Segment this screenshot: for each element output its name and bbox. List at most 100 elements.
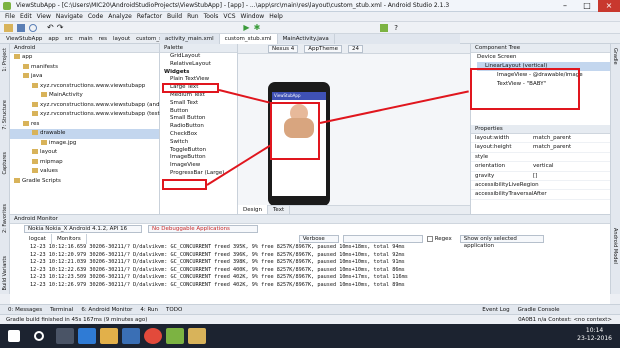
debug-icon[interactable]: ✱: [254, 23, 261, 32]
menu-item-help[interactable]: Help: [269, 13, 283, 20]
device-selector[interactable]: Nexus 4: [268, 44, 299, 53]
palette-item[interactable]: ImageView: [160, 162, 237, 170]
breadcrumb-item[interactable]: src: [65, 36, 73, 42]
project-tree-item[interactable]: mipmap: [10, 158, 159, 168]
palette-item[interactable]: RadioButton: [160, 123, 237, 131]
palette-item[interactable]: ToggleButton: [160, 147, 237, 155]
tool-window-button[interactable]: 6: Android Monitor: [81, 307, 132, 313]
process-dropdown[interactable]: No Debuggable Applications: [148, 225, 258, 233]
search-icon[interactable]: [34, 331, 44, 341]
breadcrumb-item[interactable]: layout: [113, 36, 130, 42]
palette-item[interactable]: Medium Text: [160, 92, 237, 100]
task-view-icon[interactable]: [56, 328, 74, 344]
palette-item[interactable]: Switch: [160, 139, 237, 147]
palette-item[interactable]: Small Button: [160, 115, 237, 123]
menu-item-code[interactable]: Code: [88, 13, 103, 20]
property-value[interactable]: [533, 190, 610, 198]
theme-selector[interactable]: AppTheme: [304, 44, 342, 53]
left-tool-button[interactable]: 2: Favorites: [2, 204, 8, 233]
tool-window-button[interactable]: 0: Messages: [8, 307, 42, 313]
palette-item[interactable]: Button: [160, 108, 237, 116]
start-icon[interactable]: [8, 330, 20, 342]
property-value[interactable]: match_parent: [533, 143, 610, 151]
menu-item-build[interactable]: Build: [167, 13, 182, 20]
logcat-tab[interactable]: logcat: [24, 234, 52, 244]
palette-item[interactable]: Small Text: [160, 100, 237, 108]
filter-dropdown[interactable]: Show only selected application: [459, 235, 544, 249]
edge-icon[interactable]: [78, 328, 96, 344]
left-tool-button[interactable]: Build Variants: [2, 256, 8, 290]
menu-item-vcs[interactable]: VCS: [223, 13, 235, 20]
property-value[interactable]: match_parent: [533, 134, 610, 142]
editor-tab[interactable]: activity_main.xml: [160, 34, 220, 44]
log-level-dropdown[interactable]: Verbose: [298, 235, 339, 243]
device-screen-node[interactable]: Device Screen: [477, 53, 610, 62]
project-tree-item[interactable]: Gradle Scripts: [10, 177, 159, 187]
project-tree-item[interactable]: image.jpg: [10, 139, 159, 149]
sdk-manager-icon[interactable]: [380, 23, 389, 32]
right-tool-button[interactable]: Gradle: [612, 48, 618, 65]
menu-item-analyze[interactable]: Analyze: [108, 13, 132, 20]
palette-item[interactable]: RelativeLayout: [160, 61, 237, 69]
log-search-input[interactable]: [342, 235, 423, 243]
menu-item-file[interactable]: File: [5, 13, 15, 20]
project-tree-item[interactable]: xyz.rvconstructions.www.viewstubapp (and…: [10, 101, 183, 111]
project-tree-item[interactable]: java: [10, 72, 159, 82]
menu-item-run[interactable]: Run: [187, 13, 199, 20]
editor-tab[interactable]: MainActivity.java: [278, 34, 335, 44]
property-value[interactable]: []: [533, 172, 610, 180]
project-tree-item[interactable]: layout: [10, 148, 159, 158]
breadcrumb-item[interactable]: app: [48, 36, 58, 42]
chrome-icon[interactable]: [144, 328, 162, 344]
property-row[interactable]: style: [471, 153, 610, 163]
redo-icon[interactable]: ↷: [57, 23, 64, 32]
menu-item-view[interactable]: View: [37, 13, 51, 20]
store-icon[interactable]: [122, 328, 140, 344]
property-row[interactable]: layout:width match_parent: [471, 134, 610, 144]
property-row[interactable]: layout:height match_parent: [471, 143, 610, 153]
minimize-icon[interactable]: –: [554, 0, 576, 12]
property-value[interactable]: [533, 181, 610, 189]
close-icon[interactable]: ×: [598, 0, 620, 12]
palette-item[interactable]: ImageButton: [160, 154, 237, 162]
menu-item-navigate[interactable]: Navigate: [56, 13, 83, 20]
project-tree-item[interactable]: res: [10, 120, 159, 130]
palette-item[interactable]: GridLayout: [160, 53, 237, 61]
breadcrumb-item[interactable]: main: [79, 36, 93, 42]
property-row[interactable]: accessibilityLiveRegion: [471, 181, 610, 191]
project-tree-item[interactable]: xyz.rvconstructions.www.viewstubapp (tes…: [10, 110, 162, 120]
breadcrumb-item[interactable]: ViewStubApp: [6, 36, 42, 42]
api-selector[interactable]: 24: [347, 44, 363, 53]
maximize-icon[interactable]: □: [576, 0, 598, 12]
sync-icon[interactable]: [29, 23, 37, 32]
tool-window-button[interactable]: 4: Run: [140, 307, 158, 313]
tool-window-button-right[interactable]: Event Log: [482, 307, 509, 313]
editor-tab[interactable]: custom_stub.xml: [219, 34, 278, 44]
help-icon[interactable]: ?: [394, 24, 398, 32]
palette-item[interactable]: Widgets: [160, 69, 237, 77]
menu-item-refactor[interactable]: Refactor: [137, 13, 162, 20]
property-row[interactable]: accessibilityTraversalAfter: [471, 190, 610, 200]
project-tree-item[interactable]: xyz.rvconstructions.www.viewstubapp: [10, 82, 159, 92]
tool-window-button[interactable]: Terminal: [50, 307, 73, 313]
palette-item[interactable]: CheckBox: [160, 131, 237, 139]
menu-item-edit[interactable]: Edit: [20, 13, 32, 20]
monitors-tab[interactable]: Monitors: [52, 234, 87, 244]
project-tree-item[interactable]: app: [10, 53, 159, 63]
property-row[interactable]: gravity []: [471, 172, 610, 181]
property-value[interactable]: [533, 153, 610, 161]
tool-window-button-right[interactable]: Gradle Console: [518, 307, 560, 313]
property-value[interactable]: vertical: [533, 162, 610, 170]
undo-icon[interactable]: ↶: [47, 23, 54, 32]
left-tool-button[interactable]: 7: Structure: [2, 100, 8, 130]
device-dropdown[interactable]: Nokia Nokia_X Android 4.1.2, API 16: [24, 225, 142, 233]
breadcrumb-item[interactable]: res: [99, 36, 107, 42]
left-tool-button[interactable]: Captures: [2, 152, 8, 175]
project-tree-item[interactable]: values: [10, 167, 159, 177]
right-tool-button[interactable]: Android Model: [612, 228, 618, 264]
menu-item-window[interactable]: Window: [241, 13, 265, 20]
project-tree-item[interactable]: drawable: [10, 129, 159, 139]
tool-window-button[interactable]: TODO: [166, 307, 182, 313]
left-tool-button[interactable]: 1: Project: [2, 48, 8, 72]
property-row[interactable]: orientation vertical: [471, 162, 610, 172]
